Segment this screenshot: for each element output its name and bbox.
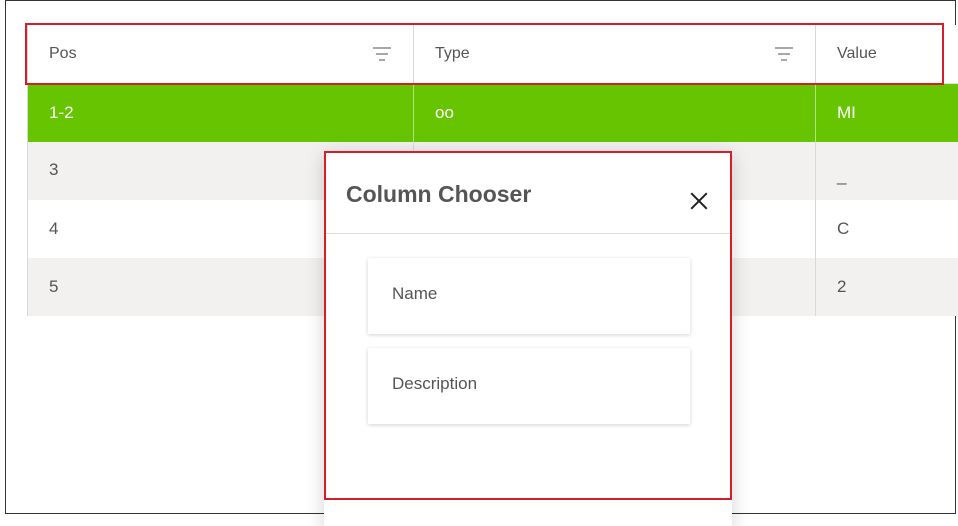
- cell-value: C: [837, 219, 850, 238]
- filter-icon[interactable]: [775, 47, 793, 61]
- cell-value: 2: [837, 277, 847, 296]
- cell-type: oo: [414, 84, 816, 142]
- column-header-label: Type: [435, 45, 470, 62]
- cell-value: MI: [837, 103, 856, 122]
- table-row[interactable]: 1-2 oo MI: [28, 84, 958, 142]
- column-header-label: Pos: [49, 45, 77, 62]
- dialog-divider: [324, 233, 732, 234]
- column-chooser-item-name[interactable]: Name: [368, 258, 690, 334]
- cell-pos: 1-2: [28, 84, 414, 142]
- dialog-title: Column Chooser: [346, 181, 532, 207]
- column-header-pos[interactable]: Pos: [28, 25, 414, 83]
- column-header-type[interactable]: Type: [414, 25, 816, 83]
- close-icon[interactable]: [689, 191, 709, 211]
- column-chooser-item-description[interactable]: Description: [368, 348, 690, 424]
- column-header-value[interactable]: Value: [816, 25, 958, 83]
- cell-value: _: [837, 166, 847, 185]
- column-chooser-dialog: Column Chooser Name Description: [324, 151, 732, 526]
- filter-icon[interactable]: [373, 47, 391, 61]
- column-header-label: Value: [837, 45, 877, 62]
- grid-header-row: Pos Type Value: [28, 25, 958, 84]
